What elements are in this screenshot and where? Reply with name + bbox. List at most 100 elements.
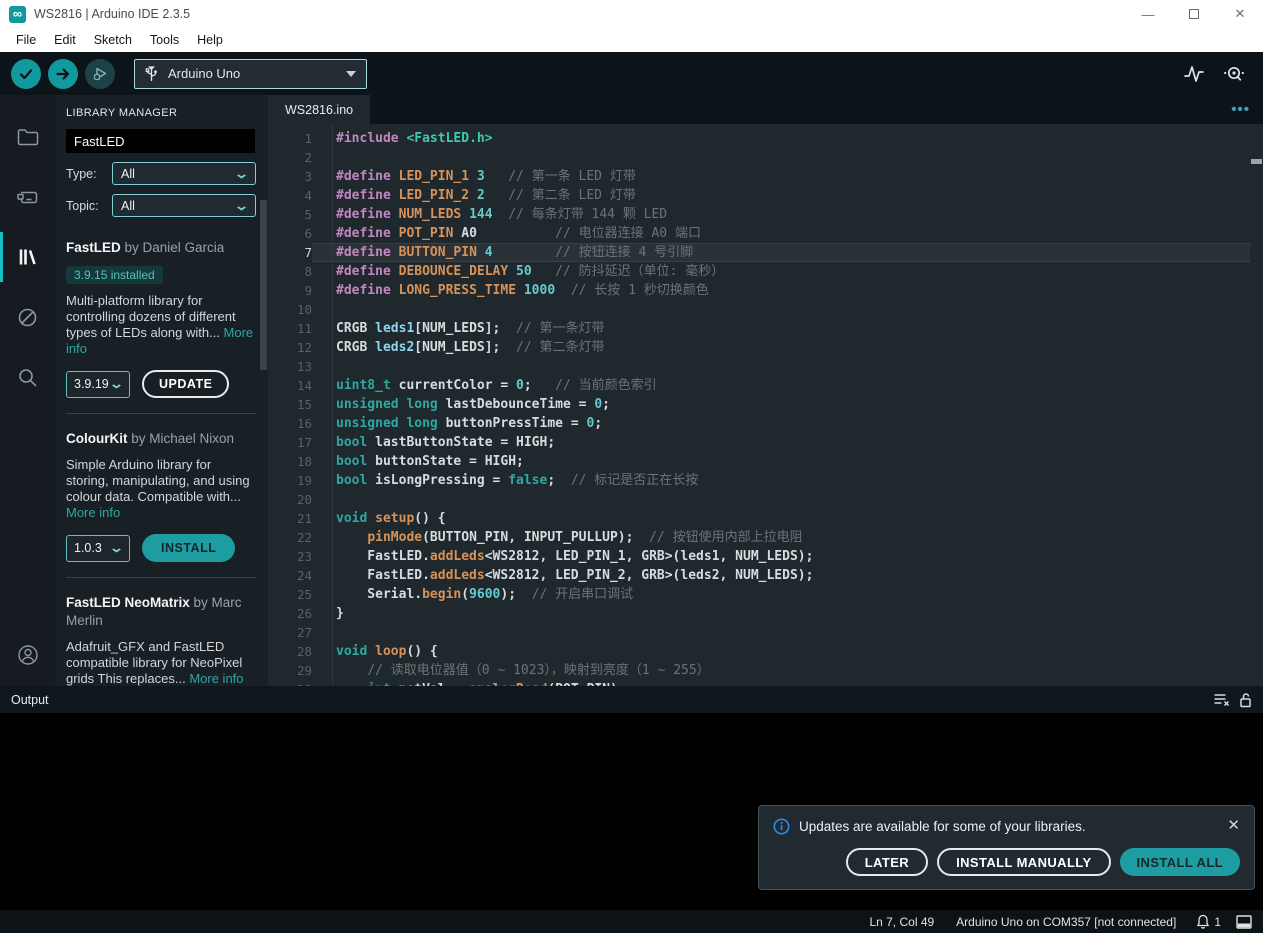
sidebar-item-debug[interactable] [0, 287, 55, 347]
code-line-16[interactable]: 16unsigned long buttonPressTime = 0; [268, 414, 1263, 433]
code-line-6[interactable]: 6#define POT_PIN A0 // 电位器连接 A0 端口 [268, 224, 1263, 243]
code-line-23[interactable]: 23 FastLED.addLeds<WS2812, LED_PIN_1, GR… [268, 547, 1263, 566]
code-line-7[interactable]: 7#define BUTTON_PIN 4 // 按钮连接 4 号引脚 [268, 243, 1263, 262]
code-line-5[interactable]: 5#define NUM_LEDS 144 // 每条灯带 144 颗 LED [268, 205, 1263, 224]
sidebar-item-sketchbook[interactable] [0, 107, 55, 167]
window-title: WS2816 | Arduino IDE 2.3.5 [34, 7, 190, 21]
close-icon[interactable]: ✕ [1227, 818, 1240, 833]
bell-icon [1196, 914, 1210, 929]
serial-monitor-icon[interactable] [1222, 64, 1246, 84]
sketchbook-folder-icon [17, 128, 39, 146]
code-line-14[interactable]: 14uint8_t currentColor = 0; // 当前颜色索引 [268, 376, 1263, 395]
check-icon [18, 66, 34, 82]
info-icon [773, 818, 790, 835]
chevron-down-icon: ⌄ [109, 376, 124, 392]
menu-tools[interactable]: Tools [141, 31, 188, 49]
board-port-status[interactable]: Arduino Uno on COM357 [not connected] [956, 915, 1176, 929]
library-manager-panel: LIBRARY MANAGER Type: All ⌄ Topic: All ⌄… [55, 95, 268, 686]
output-panel: Output Updates are available for some of… [0, 686, 1263, 910]
code-line-8[interactable]: 8#define DEBOUNCE_DELAY 50 // 防抖延迟（单位: 毫… [268, 262, 1263, 281]
account-icon [16, 643, 40, 667]
code-line-25[interactable]: 25 Serial.begin(9600); // 开启串口调试 [268, 585, 1263, 604]
chevron-down-icon [346, 71, 356, 77]
lock-scroll-icon[interactable] [1239, 692, 1252, 708]
arduino-logo-icon: ∞ [9, 6, 26, 23]
code-line-10[interactable]: 10 [268, 300, 1263, 319]
boards-manager-icon [16, 188, 39, 207]
code-line-15[interactable]: 15unsigned long lastDebounceTime = 0; [268, 395, 1263, 414]
code-line-4[interactable]: 4#define LED_PIN_2 2 // 第二条 LED 灯带 [268, 186, 1263, 205]
sidebar-item-search[interactable] [0, 347, 55, 407]
more-actions-icon[interactable]: ••• [1231, 101, 1250, 118]
code-area[interactable]: 1#include <FastLED.h>23#define LED_PIN_1… [268, 124, 1263, 686]
menu-file[interactable]: File [7, 31, 45, 49]
sidebar-item-account[interactable] [0, 632, 55, 678]
notifications-indicator[interactable]: 1 [1196, 914, 1221, 929]
serial-plotter-icon[interactable] [1183, 64, 1205, 84]
code-line-27[interactable]: 27 [268, 623, 1263, 642]
code-line-18[interactable]: 18bool buttonState = HIGH; [268, 452, 1263, 471]
library-title: FastLED by Daniel Garcia [66, 239, 254, 257]
menu-help[interactable]: Help [188, 31, 232, 49]
code-line-24[interactable]: 24 FastLED.addLeds<WS2812, LED_PIN_2, GR… [268, 566, 1263, 585]
debug-run-icon [92, 65, 109, 82]
chevron-down-icon: ⌄ [234, 166, 249, 182]
library-title: ColourKit by Michael Nixon [66, 430, 254, 448]
library-description: Simple Arduino library for storing, mani… [66, 457, 254, 521]
chevron-down-icon: ⌄ [109, 540, 124, 556]
debug-button[interactable] [85, 59, 115, 89]
code-line-19[interactable]: 19bool isLongPressing = false; // 标记是否正在… [268, 471, 1263, 490]
board-selector[interactable]: Arduino Uno [134, 59, 367, 89]
more-info-link[interactable]: More info [189, 671, 243, 686]
verify-button[interactable] [11, 59, 41, 89]
close-button[interactable]: ✕ [1217, 0, 1263, 28]
code-line-21[interactable]: 21void setup() { [268, 509, 1263, 528]
code-line-29[interactable]: 29 // 读取电位器值（0 ~ 1023），映射到亮度（1 ~ 255） [268, 661, 1263, 680]
version-select[interactable]: 1.0.3⌄ [66, 535, 130, 562]
clear-output-icon[interactable] [1213, 692, 1230, 707]
code-line-1[interactable]: 1#include <FastLED.h> [268, 129, 1263, 148]
version-select[interactable]: 3.9.19⌄ [66, 371, 130, 398]
cursor-position[interactable]: Ln 7, Col 49 [869, 915, 934, 929]
library-card: FastLED by Daniel Garcia 3.9.15 installe… [66, 223, 256, 413]
library-manager-icon [17, 246, 39, 268]
code-line-3[interactable]: 3#define LED_PIN_1 3 // 第一条 LED 灯带 [268, 167, 1263, 186]
code-line-17[interactable]: 17bool lastButtonState = HIGH; [268, 433, 1263, 452]
menu-sketch[interactable]: Sketch [85, 31, 141, 49]
upload-button[interactable] [48, 59, 78, 89]
code-line-11[interactable]: 11CRGB leds1[NUM_LEDS]; // 第一条灯带 [268, 319, 1263, 338]
search-icon [17, 367, 38, 388]
code-line-12[interactable]: 12CRGB leds2[NUM_LEDS]; // 第二条灯带 [268, 338, 1263, 357]
install-all-button[interactable]: INSTALL ALL [1120, 848, 1240, 876]
topic-filter-select[interactable]: All ⌄ [112, 194, 256, 217]
sidebar-item-library-manager[interactable] [0, 227, 55, 287]
library-action-button[interactable]: UPDATE [142, 370, 229, 398]
output-title: Output [11, 693, 49, 707]
debug-disabled-icon [17, 307, 38, 328]
more-info-link[interactable]: More info [66, 505, 120, 520]
menu-edit[interactable]: Edit [45, 31, 85, 49]
editor-scrollbar[interactable] [1251, 159, 1262, 164]
type-filter-select[interactable]: All ⌄ [112, 162, 256, 185]
tab-ws2816-ino[interactable]: WS2816.ino [268, 95, 370, 124]
library-search-input[interactable] [66, 129, 255, 153]
code-line-9[interactable]: 9#define LONG_PRESS_TIME 1000 // 长按 1 秒切… [268, 281, 1263, 300]
install-manually-button[interactable]: INSTALL MANUALLY [937, 848, 1110, 876]
code-line-2[interactable]: 2 [268, 148, 1263, 167]
library-action-button[interactable]: INSTALL [142, 534, 235, 562]
code-line-26[interactable]: 26} [268, 604, 1263, 623]
tab-bar: WS2816.ino ••• [268, 95, 1263, 124]
code-line-13[interactable]: 13 [268, 357, 1263, 376]
library-description: Adafruit_GFX and FastLED compatible libr… [66, 639, 254, 687]
code-line-28[interactable]: 28void loop() { [268, 642, 1263, 661]
sidebar-item-boards-manager[interactable] [0, 167, 55, 227]
code-line-20[interactable]: 20 [268, 490, 1263, 509]
toggle-panel-icon[interactable] [1236, 915, 1252, 929]
panel-scrollbar[interactable] [260, 200, 267, 370]
editor: WS2816.ino ••• 1#include <FastLED.h>23#d… [268, 95, 1263, 686]
minimize-button[interactable]: — [1125, 0, 1171, 28]
topic-filter-label: Topic: [66, 199, 112, 213]
code-line-22[interactable]: 22 pinMode(BUTTON_PIN, INPUT_PULLUP); //… [268, 528, 1263, 547]
maximize-button[interactable] [1171, 0, 1217, 28]
later-button[interactable]: LATER [846, 848, 928, 876]
